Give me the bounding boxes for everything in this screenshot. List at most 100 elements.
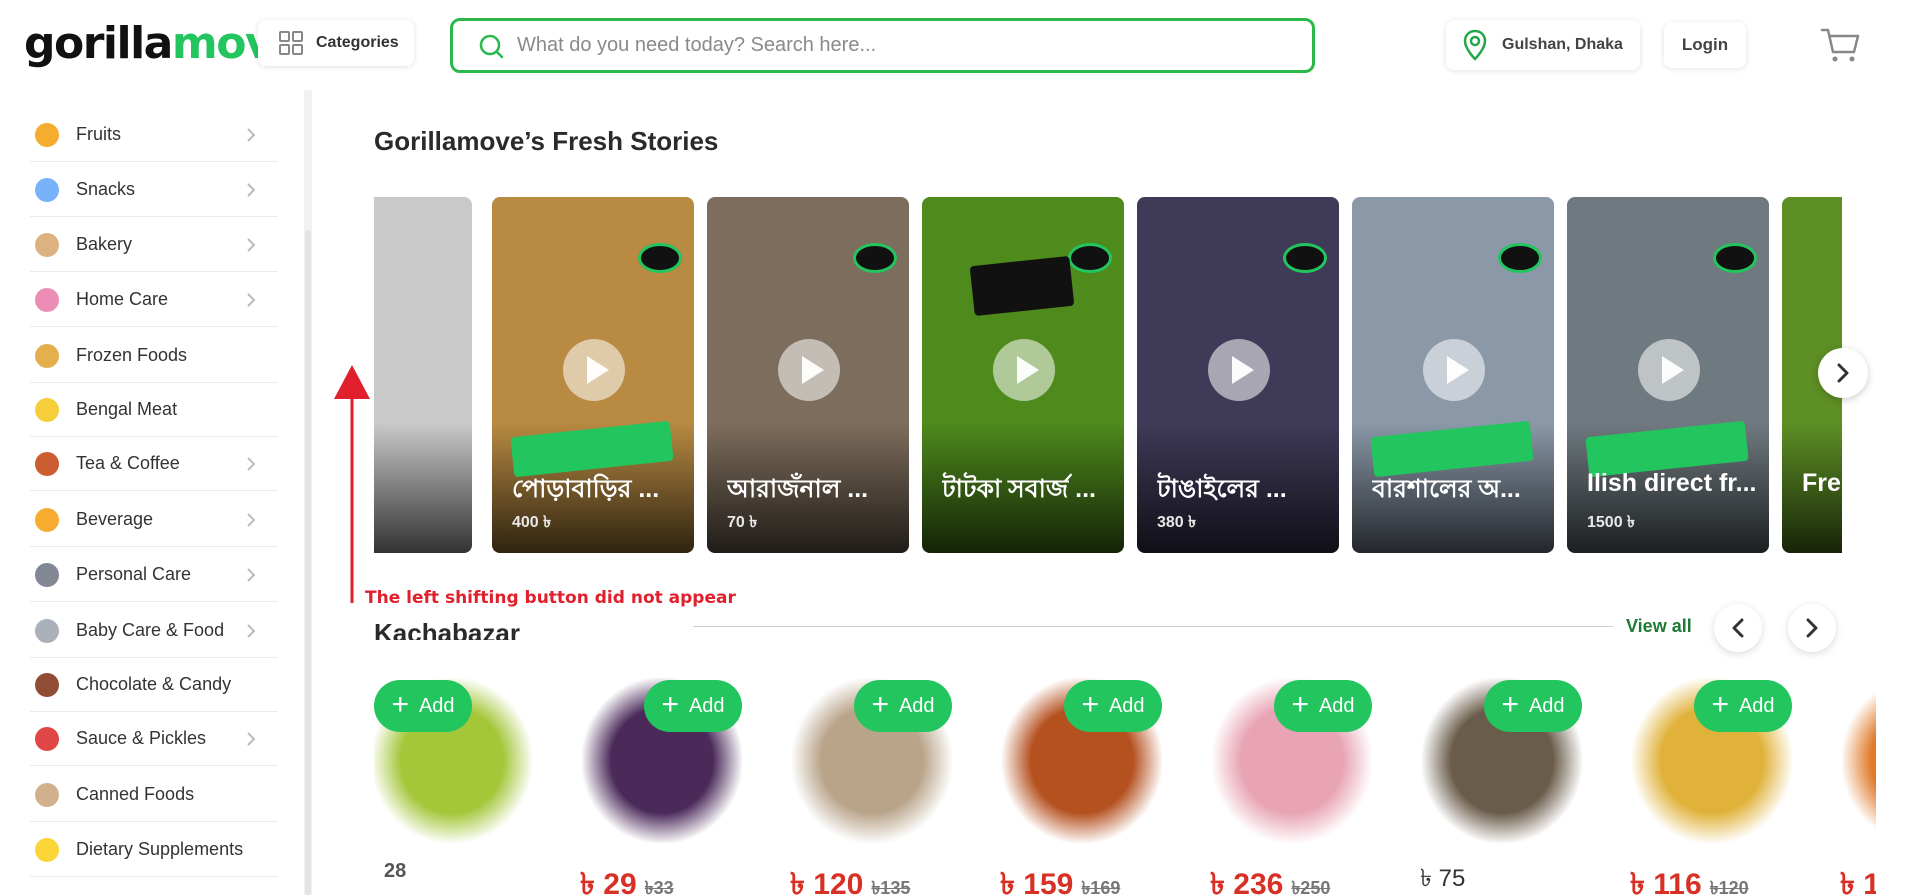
location-button[interactable]: Gulshan, Dhaka <box>1446 20 1640 70</box>
current-price: ৳ 120 <box>790 868 864 895</box>
story-price: 400 ৳ <box>512 514 552 531</box>
play-icon[interactable] <box>1638 339 1700 401</box>
view-all-link[interactable]: View all <box>1626 616 1692 637</box>
sidebar-item[interactable]: Frozen Foods <box>30 329 278 383</box>
add-to-cart-button[interactable]: + Add <box>1064 680 1162 732</box>
current-price: ৳ 236 <box>1210 868 1284 895</box>
sidebar-item-label: Bengal Meat <box>76 399 178 419</box>
add-label: Add <box>418 694 455 717</box>
story-card[interactable]: টাটকা সবার্জ ... <box>922 197 1124 553</box>
chevron-right-icon <box>1837 363 1849 383</box>
product-card[interactable]: + Add ৳ 159 ৳169 <box>984 670 1174 895</box>
story-card[interactable]: Ilish direct fr... 1500 ৳ <box>1567 197 1769 553</box>
current-price: ৳ 29 <box>580 868 637 895</box>
story-card[interactable]: টাঙাইলের ... 380 ৳ <box>1137 197 1339 553</box>
sidebar-item[interactable]: Bakery <box>30 218 278 272</box>
snacks-icon <box>30 173 64 207</box>
play-icon[interactable] <box>1423 339 1485 401</box>
story-banner <box>969 255 1075 317</box>
chocolate-icon <box>30 668 64 702</box>
product-price: ৳ 116 ৳120 <box>1630 860 1749 895</box>
categories-label: Categories <box>316 34 399 51</box>
product-card[interactable]: + Add ৳ 116 ৳120 <box>1614 670 1804 895</box>
old-price: ৳33 <box>644 878 674 895</box>
sidebar-item[interactable]: Home Care <box>30 273 278 327</box>
story-card[interactable]: আরাজঁনাল ... 70 ৳ <box>707 197 909 553</box>
sidebar-item[interactable]: Chocolate & Candy <box>30 658 278 712</box>
sauce-icon <box>30 722 64 756</box>
chevron-right-icon <box>247 512 256 527</box>
categories-button[interactable]: Categories <box>258 20 414 66</box>
product-card[interactable]: + Add ৳ 120 ৳135 <box>774 670 964 895</box>
story-card[interactable]: ইলিশ ... <box>374 197 472 553</box>
login-button[interactable]: Login <box>1664 22 1746 68</box>
search-bar[interactable] <box>450 18 1315 73</box>
play-icon[interactable] <box>1208 339 1270 401</box>
stories-next-button[interactable] <box>1818 348 1868 398</box>
product-card[interactable]: + Add 28 <box>374 670 544 895</box>
current-price: 28 <box>384 860 407 882</box>
play-icon[interactable] <box>993 339 1055 401</box>
sidebar-item[interactable]: Snacks <box>30 163 278 217</box>
sidebar-item-label: Baby Care & Food <box>76 620 225 640</box>
chevron-right-icon <box>247 237 256 252</box>
sidebar-item-label: Sauce & Pickles <box>76 728 207 748</box>
chevron-right-icon <box>247 182 256 197</box>
add-to-cart-button[interactable]: + Add <box>374 680 472 732</box>
add-to-cart-button[interactable]: + Add <box>644 680 742 732</box>
product-card[interactable]: +Add৳ 138৳14 <box>1824 670 1876 895</box>
old-price: ৳169 <box>1081 878 1121 895</box>
sidebar-item[interactable]: Sauce & Pickles <box>30 712 278 766</box>
product-card[interactable]: + Add ৳ 29 ৳33 <box>564 670 754 895</box>
play-icon[interactable] <box>563 339 625 401</box>
search-input[interactable] <box>517 34 1277 57</box>
sidebar-item[interactable]: Beverage <box>30 493 278 547</box>
add-to-cart-button[interactable]: + Add <box>1484 680 1582 732</box>
sidebar-item-label: Tea & Coffee <box>76 453 180 473</box>
sidebar-item-label: Canned Foods <box>76 784 195 804</box>
add-to-cart-button[interactable]: + Add <box>1694 680 1792 732</box>
old-price: ৳250 <box>1291 878 1331 895</box>
chevron-right-icon <box>1806 618 1818 638</box>
sidebar-item[interactable]: Baby Care & Food <box>30 604 278 658</box>
play-icon[interactable] <box>778 339 840 401</box>
sidebar-item[interactable]: Tea & Coffee <box>30 437 278 491</box>
product-card[interactable]: + Add ৳ 236 ৳250 <box>1194 670 1384 895</box>
products-prev-button[interactable] <box>1714 604 1762 652</box>
sidebar-item-label: Chocolate & Candy <box>76 674 232 694</box>
current-price: ৳ 75 <box>1420 865 1466 892</box>
story-card[interactable]: বারশালের অ... <box>1352 197 1554 553</box>
sidebar-item[interactable]: Canned Foods <box>30 768 278 822</box>
story-title: টাটকা সবার্জ ... <box>942 475 1097 503</box>
plus-icon: + <box>1501 687 1519 721</box>
sidebar-item[interactable]: Bengal Meat <box>30 383 278 437</box>
current-price: ৳ 159 <box>1000 868 1074 895</box>
sidebar-item[interactable]: Dietary Supplements <box>30 823 278 877</box>
annotation-text: The left shifting button did not appear <box>365 588 736 608</box>
sidebar-item[interactable]: Fruits <box>30 108 278 162</box>
sidebar-item-label: Bakery <box>76 234 133 254</box>
products-next-button[interactable] <box>1788 604 1836 652</box>
story-card[interactable]: পোড়াবাড়ির ... 400 ৳ <box>492 197 694 553</box>
sidebar-item[interactable]: Personal Care <box>30 548 278 602</box>
sidebar-item-label: Frozen Foods <box>76 345 188 365</box>
cart-icon[interactable] <box>1820 26 1860 64</box>
search-icon <box>479 34 504 58</box>
product-card[interactable]: + Add ৳ 75 <box>1404 670 1594 895</box>
product-image[interactable] <box>1842 678 1876 843</box>
supplements-icon <box>30 833 64 867</box>
product-price: ৳ 120 ৳135 <box>790 860 910 895</box>
chevron-right-icon <box>247 456 256 471</box>
add-to-cart-button[interactable]: + Add <box>1274 680 1372 732</box>
sidebar-scrollbar-thumb[interactable] <box>305 230 311 895</box>
baby-care-icon <box>30 614 64 648</box>
product-price: ৳ 29 ৳33 <box>580 860 674 895</box>
location-pin-icon <box>1463 29 1487 61</box>
section-divider <box>693 626 1613 627</box>
add-to-cart-button[interactable]: + Add <box>854 680 952 732</box>
plus-icon: + <box>1081 687 1099 721</box>
add-label: Add <box>898 694 935 717</box>
old-price: ৳135 <box>871 878 911 895</box>
gorilla-badge-icon <box>1068 243 1112 273</box>
plus-icon: + <box>661 687 679 721</box>
